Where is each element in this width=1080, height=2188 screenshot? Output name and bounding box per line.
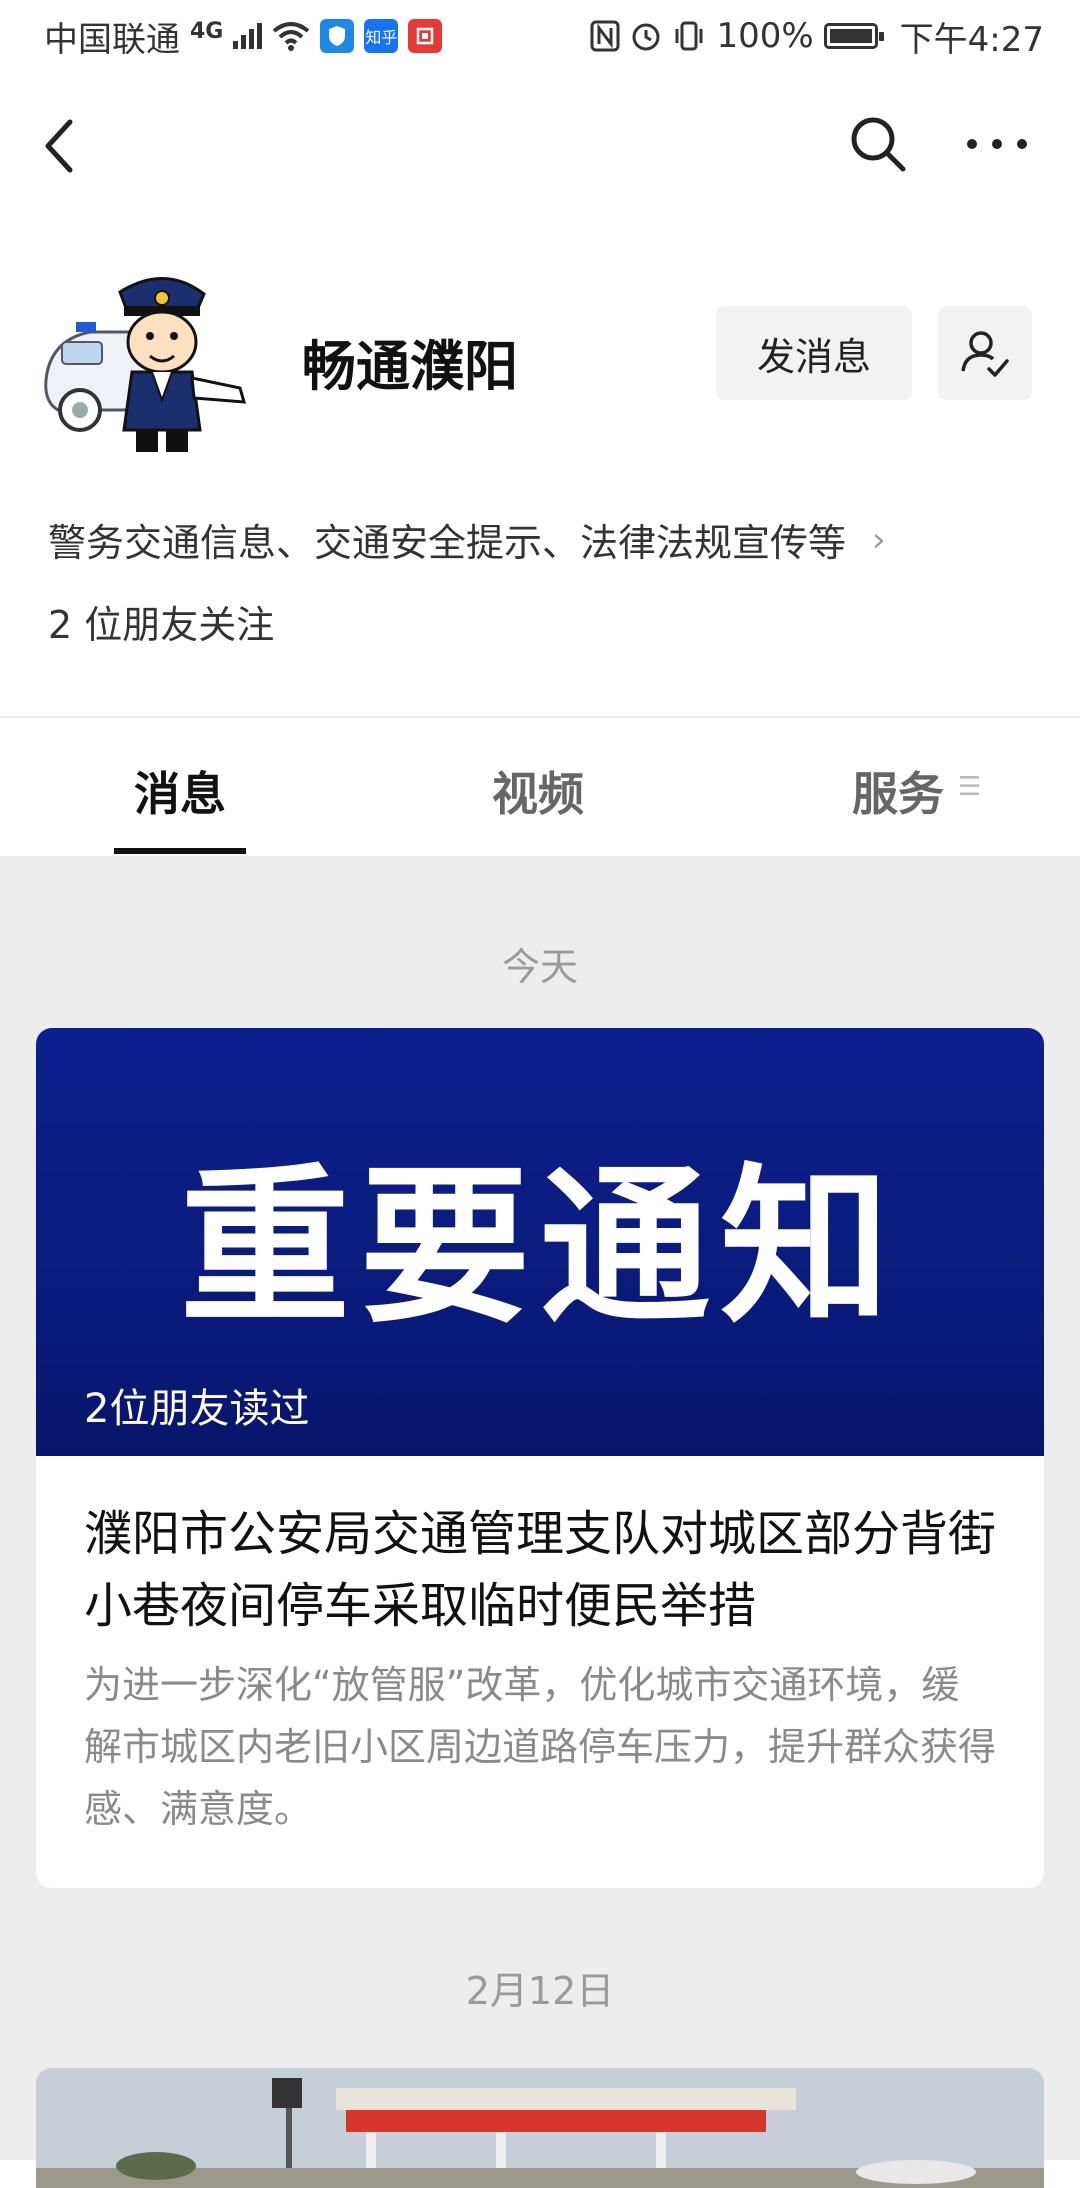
friends-following: 2 位朋友关注 — [48, 603, 275, 647]
date-separator: 2月12日 — [465, 1969, 615, 2013]
alarm-icon — [632, 23, 660, 51]
article-cover-image — [36, 2068, 1044, 2188]
wifi-icon — [273, 22, 310, 51]
news-app-icon — [408, 19, 443, 53]
active-tab-indicator — [114, 848, 246, 854]
shield-app-icon — [320, 19, 355, 53]
more-horizontal-icon[interactable] — [962, 114, 1032, 174]
chevron-left-icon[interactable] — [40, 118, 80, 174]
network-type: 4G — [190, 18, 224, 44]
nav-bar — [0, 100, 1080, 190]
friends-read-label: 2位朋友读过 — [84, 1386, 310, 1432]
status-bar: 中国联通 4G 知乎 100% 下午4:27 — [0, 0, 1080, 72]
article-cover-image: 重要通知 2位朋友读过 — [36, 1028, 1044, 1456]
chevron-right-icon: › — [872, 519, 886, 560]
avatar — [40, 270, 260, 460]
tab-video[interactable]: 视频 — [492, 758, 584, 824]
date-separator: 今天 — [501, 945, 578, 989]
zhihu-app-icon: 知乎 — [364, 19, 399, 53]
article-card-preview[interactable] — [36, 2068, 1044, 2188]
banner-title: 重要通知 — [179, 1149, 900, 1347]
article-title: 濮阳市公安局交通管理支队对城区部分背街小巷夜间停车采取临时便民举措 — [84, 1506, 997, 1634]
status-bar-left: 中国联通 4G 知乎 — [44, 12, 443, 61]
follow-status-button[interactable] — [938, 306, 1032, 400]
message-feed: 今天 重要通知 2位朋友读过 濮阳市公安局交通管理支队对城区部分背街小巷夜间停车… — [0, 856, 1080, 2160]
menu-icon: ☰ — [958, 772, 982, 802]
vibrate-icon — [675, 21, 703, 51]
article-card[interactable]: 重要通知 2位朋友读过 濮阳市公安局交通管理支队对城区部分背街小巷夜间停车采取临… — [36, 1028, 1044, 1888]
article-summary: 为进一步深化“放管服”改革，优化城市交通环境，缓解市城区内老旧小区周边道路停车压… — [84, 1663, 997, 1831]
user-check-icon — [961, 331, 1009, 377]
clock: 下午4:27 — [899, 19, 1044, 60]
signal-icon — [233, 23, 263, 49]
battery-icon — [823, 23, 884, 49]
nfc-icon — [590, 20, 620, 52]
send-message-button[interactable]: 发消息 — [716, 306, 912, 400]
account-description[interactable]: 警务交通信息、交通安全提示、法律法规宣传等 › — [48, 512, 886, 567]
tab-services[interactable]: 服务 — [852, 758, 944, 824]
description-text: 警务交通信息、交通安全提示、法律法规宣传等 — [48, 521, 847, 565]
carrier-name: 中国联通 — [44, 19, 180, 60]
battery-percent: 100% — [716, 16, 814, 56]
status-bar-right: 100% 下午4:27 — [590, 12, 1044, 61]
account-name: 畅通濮阳 — [302, 335, 518, 398]
divider — [0, 716, 1080, 718]
send-message-label: 发消息 — [756, 334, 871, 379]
search-icon[interactable] — [848, 114, 908, 174]
tab-messages[interactable]: 消息 — [134, 758, 226, 824]
